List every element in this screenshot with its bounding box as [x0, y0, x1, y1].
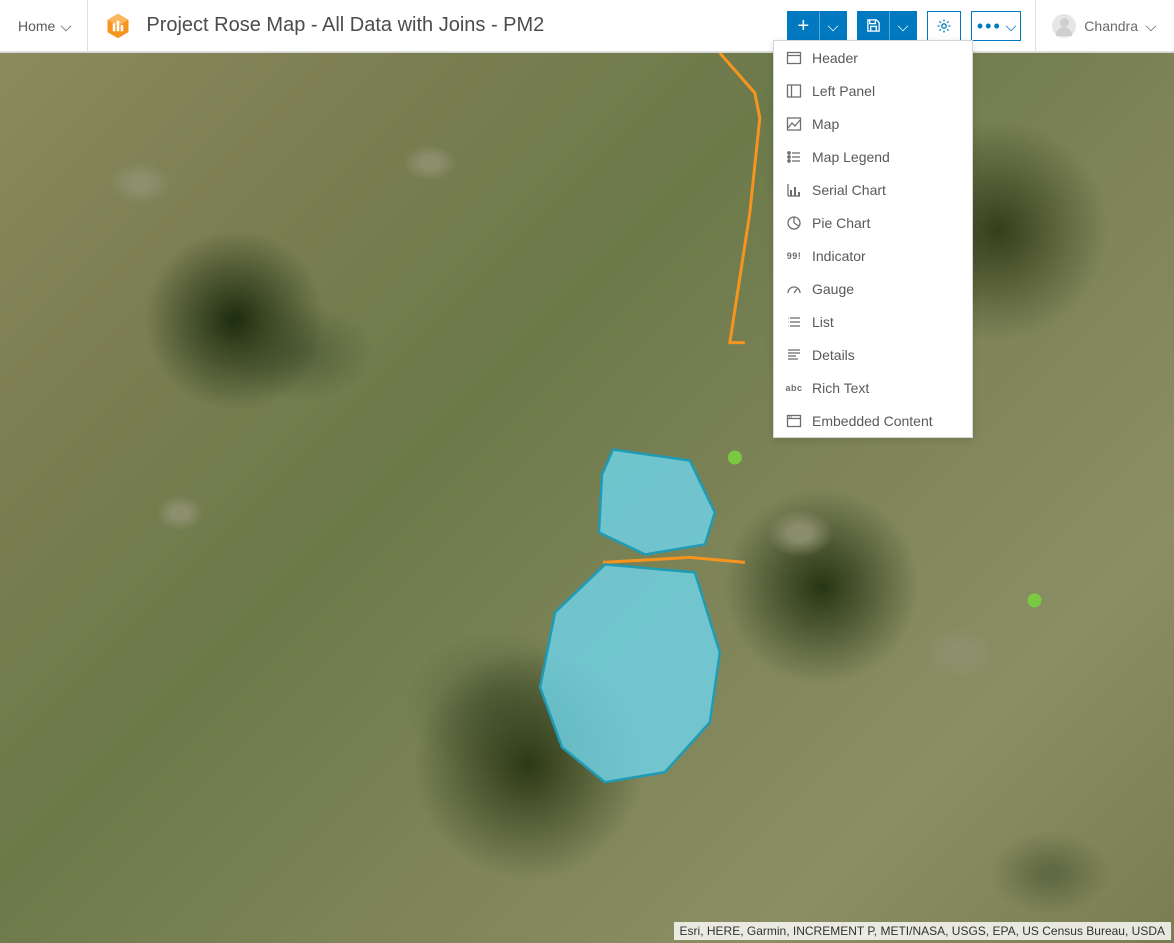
save-dropdown-button[interactable] — [889, 11, 917, 41]
menu-item-label: Embedded Content — [812, 413, 933, 429]
menu-item-rich-text[interactable]: abc Rich Text — [774, 371, 972, 404]
indicator-icon: 99! — [786, 248, 802, 264]
chevron-down-icon — [828, 21, 838, 31]
menu-item-pie-chart[interactable]: Pie Chart — [774, 206, 972, 239]
menu-item-serial-chart[interactable]: Serial Chart — [774, 173, 972, 206]
embedded-content-icon — [786, 413, 802, 429]
app-logo — [104, 12, 132, 40]
menu-item-left-panel[interactable]: Left Panel — [774, 74, 972, 107]
menu-item-label: Left Panel — [812, 83, 875, 99]
map-point — [728, 451, 742, 465]
chevron-down-icon — [898, 21, 908, 31]
menu-item-label: List — [812, 314, 834, 330]
map-attribution: Esri, HERE, Garmin, INCREMENT P, METI/NA… — [674, 922, 1171, 940]
menu-item-label: Rich Text — [812, 380, 869, 396]
add-button-group: + — [787, 11, 847, 41]
map-icon — [786, 116, 802, 132]
map-point — [1028, 593, 1042, 607]
map-line — [720, 53, 760, 343]
menu-item-details[interactable]: Details — [774, 338, 972, 371]
list-icon — [786, 314, 802, 330]
menu-item-map-legend[interactable]: Map Legend — [774, 140, 972, 173]
add-dropdown-button[interactable] — [819, 11, 847, 41]
save-button[interactable] — [857, 11, 889, 41]
user-menu[interactable]: Chandra — [1035, 0, 1174, 51]
gauge-icon — [786, 281, 802, 297]
menu-item-label: Header — [812, 50, 858, 66]
menu-item-label: Serial Chart — [812, 182, 886, 198]
menu-item-header[interactable]: Header — [774, 41, 972, 74]
gear-icon — [936, 18, 952, 34]
map-polygon — [599, 450, 715, 555]
menu-item-embedded-content[interactable]: Embedded Content — [774, 404, 972, 437]
rich-text-icon: abc — [786, 380, 802, 396]
add-element-menu: Header Left Panel Map Map Legend Serial … — [773, 40, 973, 438]
save-icon — [866, 18, 881, 33]
menu-item-label: Gauge — [812, 281, 854, 297]
map-legend-icon — [786, 149, 802, 165]
map-line — [603, 557, 745, 562]
top-bar: Home Project Rose Map - All Data with Jo… — [0, 0, 1174, 52]
save-button-group — [857, 11, 917, 41]
avatar — [1052, 14, 1076, 38]
add-button[interactable]: + — [787, 11, 819, 41]
home-button[interactable]: Home — [0, 0, 88, 51]
settings-button[interactable] — [927, 11, 961, 41]
map-overlay-svg — [0, 53, 1174, 943]
menu-item-indicator[interactable]: 99! Indicator — [774, 239, 972, 272]
home-label: Home — [18, 18, 55, 34]
page-title: Project Rose Map - All Data with Joins -… — [146, 14, 544, 37]
serial-chart-icon — [786, 182, 802, 198]
chevron-down-icon — [61, 21, 71, 31]
pie-chart-icon — [786, 215, 802, 231]
user-name: Chandra — [1084, 18, 1138, 34]
more-options-button[interactable]: ••• — [971, 11, 1021, 41]
menu-item-label: Indicator — [812, 248, 866, 264]
plus-icon: + — [797, 16, 809, 36]
menu-item-label: Details — [812, 347, 855, 363]
menu-item-label: Pie Chart — [812, 215, 870, 231]
map-canvas[interactable]: Esri, HERE, Garmin, INCREMENT P, METI/NA… — [0, 52, 1174, 943]
menu-item-list[interactable]: List — [774, 305, 972, 338]
left-panel-icon — [786, 83, 802, 99]
map-polygon — [540, 564, 720, 782]
header-icon — [786, 50, 802, 66]
menu-item-label: Map Legend — [812, 149, 890, 165]
details-icon — [786, 347, 802, 363]
chevron-down-icon — [1006, 21, 1016, 31]
menu-item-map[interactable]: Map — [774, 107, 972, 140]
menu-item-gauge[interactable]: Gauge — [774, 272, 972, 305]
menu-item-label: Map — [812, 116, 839, 132]
chevron-down-icon — [1146, 21, 1156, 31]
ellipsis-icon: ••• — [977, 17, 1002, 35]
